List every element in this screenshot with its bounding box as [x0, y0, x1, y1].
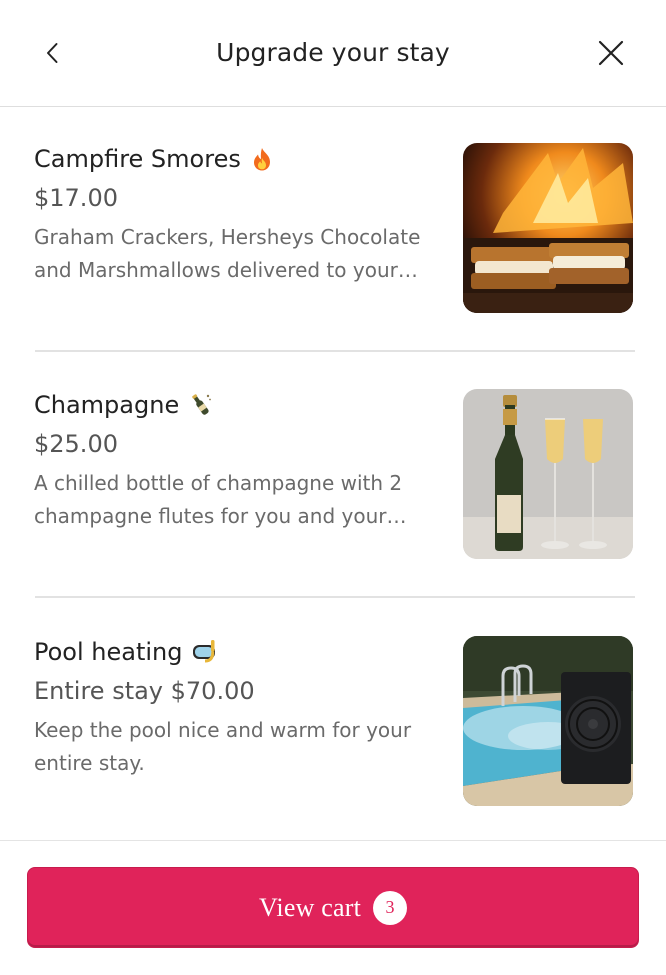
item-image-smores[interactable]: [463, 143, 633, 313]
item-name: Campfire Smores: [34, 145, 241, 173]
item-text: Champagne $25.00 A chilled bottle of cha…: [34, 389, 434, 533]
item-name-row: Campfire Smores: [34, 143, 434, 175]
item-price: $17.00: [34, 184, 118, 212]
item-image-pool-heating[interactable]: [463, 636, 633, 806]
item-description: A chilled bottle of champagne with 2 cha…: [34, 471, 403, 528]
item-price: Entire stay $70.00: [34, 677, 255, 705]
champagne-image: [463, 389, 633, 559]
item-description: Keep the pool nice and warm for your ent…: [34, 718, 412, 775]
item-name-row: Champagne: [34, 389, 434, 421]
item-image-champagne[interactable]: [463, 389, 633, 559]
close-button[interactable]: [592, 34, 630, 72]
smores-image: [463, 143, 633, 313]
view-cart-button[interactable]: View cart 3: [27, 867, 639, 948]
champagne-bottle-emoji-icon: [192, 394, 212, 415]
item-name-row: Pool heating: [34, 636, 434, 668]
item-divider: [35, 350, 635, 352]
pool-heating-image: [463, 636, 633, 806]
cart-count-badge: 3: [373, 890, 408, 925]
close-icon: [598, 40, 624, 66]
item-text: Pool heating Entire stay $70.00 Keep the…: [34, 636, 434, 780]
item-description: Graham Crackers, Hersheys Chocolate and …: [34, 225, 421, 282]
cart-label: View cart: [258, 892, 362, 922]
item-divider: [35, 596, 635, 598]
item-name: Pool heating: [34, 638, 183, 666]
fire-emoji-icon: [253, 148, 270, 171]
page-title: Upgrade your stay: [216, 38, 450, 67]
item-price: $25.00: [34, 430, 118, 458]
header: Upgrade your stay: [0, 0, 666, 107]
footer: View cart 3: [0, 840, 666, 975]
item-name: Champagne: [34, 391, 180, 419]
item-text: Campfire Smores $17.00 Graham Crackers, …: [34, 143, 434, 287]
diving-mask-emoji-icon: [192, 640, 215, 663]
